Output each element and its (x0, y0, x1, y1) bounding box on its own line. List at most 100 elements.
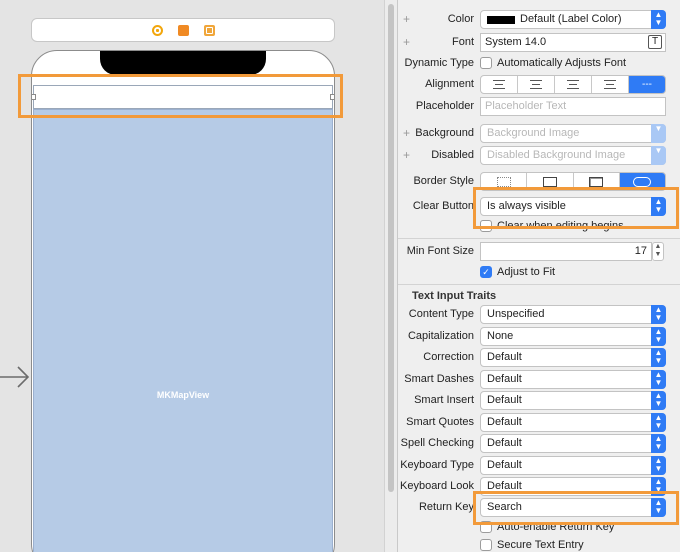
placeholder-row: Placeholder Placeholder Text (398, 96, 680, 118)
adjust-to-fit-label: Adjust to Fit (497, 266, 556, 278)
plus-icon[interactable]: + (403, 148, 410, 162)
trait-value: Default (487, 459, 522, 471)
highlight-return-key (473, 491, 679, 525)
align-center-icon (530, 80, 542, 89)
trait-value: Default (487, 351, 522, 363)
smart-insert-popup[interactable]: Default ▲ ▼ (480, 391, 666, 410)
trait-label: Correction (423, 351, 474, 363)
align-natural-button[interactable]: --- (629, 76, 665, 93)
secure-entry-label: Secure Text Entry (497, 539, 584, 551)
trait-label: Capitalization (407, 330, 474, 342)
dynamic-type-label: Dynamic Type (404, 57, 475, 69)
chevron-updown-icon: ▲ ▼ (651, 10, 666, 29)
disabled-image-popup[interactable]: Disabled Background Image ▼ (480, 146, 666, 165)
first-responder-icon[interactable] (178, 25, 189, 36)
trait-value: None (487, 330, 514, 342)
keyboard-type-popup[interactable]: Default ▲ ▼ (480, 456, 666, 475)
highlight-text-field (18, 74, 343, 118)
correction-popup[interactable]: Default ▲ ▼ (480, 348, 666, 367)
scene-dock (31, 18, 335, 42)
trait-label: Return Key (418, 501, 474, 513)
smart-quotes-popup[interactable]: Default ▲ ▼ (480, 413, 666, 432)
trait-row-smart-quotes: Smart Quotes Default ▲ ▼ (398, 412, 680, 434)
chevron-updown-icon: ▲ ▼ (651, 348, 666, 367)
align-justify-icon (604, 80, 616, 89)
placeholder-input[interactable]: Placeholder Text (480, 97, 666, 116)
spell-checking-popup[interactable]: Default ▲ ▼ (480, 434, 666, 453)
background-image-popup[interactable]: Background Image ▼ (480, 124, 666, 143)
capitalization-popup[interactable]: None ▲ ▼ (480, 327, 666, 346)
smart-dashes-popup[interactable]: Default ▲ ▼ (480, 370, 666, 389)
border-style-label: Border Style (413, 175, 474, 187)
alignment-segmented-control[interactable]: --- (480, 75, 666, 94)
disabled-label: Disabled (431, 149, 474, 161)
divider (398, 238, 680, 239)
align-right-button[interactable] (555, 76, 592, 93)
trait-label: Keyboard Look (400, 480, 474, 492)
background-label: Background (415, 127, 474, 139)
trait-label: Smart Insert (414, 394, 474, 406)
text-input-traits-title: Text Input Traits (412, 290, 497, 302)
min-font-size-stepper[interactable]: ▲ ▼ (652, 242, 664, 261)
align-justify-button[interactable] (592, 76, 629, 93)
trait-label: Smart Quotes (406, 416, 474, 428)
disabled-value: Disabled Background Image (487, 149, 626, 161)
chevron-updown-icon: ▲ ▼ (651, 327, 666, 346)
chevron-updown-icon: ▲ ▼ (651, 391, 666, 410)
border-line-icon (542, 177, 557, 187)
min-font-size-field[interactable]: 17 (480, 242, 652, 261)
trait-row-spell-checking: Spell Checking Default ▲ ▼ (398, 433, 680, 455)
font-value: System 14.0 (485, 36, 547, 48)
dynamic-type-row: Dynamic Type Automatically Adjusts Font (398, 53, 680, 75)
trait-value: Unspecified (487, 308, 545, 320)
align-left-icon (493, 80, 505, 89)
adjusts-font-checkbox[interactable] (480, 57, 492, 69)
border-rounded-icon (633, 177, 652, 187)
trait-label: Spell Checking (400, 437, 474, 449)
min-font-size-value: 17 (634, 245, 647, 257)
entry-point-arrow-icon[interactable] (0, 364, 30, 390)
attributes-inspector: + Color Default (Label Color) ▲ ▼ + Font … (398, 0, 680, 552)
secure-entry-checkbox[interactable] (480, 539, 492, 551)
scrollbar-thumb[interactable] (388, 4, 394, 492)
font-row: + Font System 14.0 T (398, 32, 680, 54)
clear-button-label: Clear Button (412, 200, 474, 212)
trait-value: Default (487, 437, 522, 449)
trait-row-correction: Correction Default ▲ ▼ (398, 347, 680, 369)
trait-row-smart-dashes: Smart Dashes Default ▲ ▼ (398, 369, 680, 391)
plus-icon[interactable]: + (403, 12, 410, 26)
adjust-to-fit-checkbox[interactable]: ✓ (480, 266, 492, 278)
font-field[interactable]: System 14.0 T (480, 33, 666, 52)
color-swatch (487, 16, 515, 24)
chevron-down-icon: ▼ (651, 146, 666, 165)
device-notch (100, 51, 266, 75)
chevron-updown-icon: ▲ ▼ (651, 370, 666, 389)
content-type-popup[interactable]: Unspecified ▲ ▼ (480, 305, 666, 324)
chevron-updown-icon: ▲ ▼ (651, 456, 666, 475)
align-center-button[interactable] (518, 76, 555, 93)
trait-value: Default (487, 394, 522, 406)
trait-value: Default (487, 416, 522, 428)
placeholder-label: Placeholder (415, 100, 474, 112)
view-controller-icon[interactable] (152, 25, 163, 36)
plus-icon[interactable]: + (403, 126, 410, 140)
font-picker-icon[interactable]: T (648, 35, 662, 49)
color-row: + Color Default (Label Color) ▲ ▼ (398, 9, 680, 31)
disabled-row: + Disabled Disabled Background Image ▼ (398, 145, 680, 167)
placeholder-hint: Placeholder Text (485, 100, 567, 112)
map-view-element[interactable]: MKMapView (33, 109, 333, 552)
align-right-icon (567, 80, 579, 89)
trait-value: Default (487, 373, 522, 385)
color-popup[interactable]: Default (Label Color) ▲ ▼ (480, 10, 666, 29)
plus-icon[interactable]: + (403, 35, 410, 49)
color-value: Default (Label Color) (520, 13, 622, 25)
exit-icon[interactable] (204, 25, 215, 36)
chevron-updown-icon: ▲ ▼ (651, 434, 666, 453)
trait-row-keyboard-type: Keyboard Type Default ▲ ▼ (398, 455, 680, 477)
trait-label: Smart Dashes (404, 373, 474, 385)
trait-row-content-type: Content Type Unspecified ▲ ▼ (398, 304, 680, 326)
alignment-label: Alignment (425, 78, 474, 90)
align-left-button[interactable] (481, 76, 518, 93)
divider (398, 284, 680, 285)
min-font-size-row: Min Font Size 17 ▲ ▼ (398, 241, 680, 263)
